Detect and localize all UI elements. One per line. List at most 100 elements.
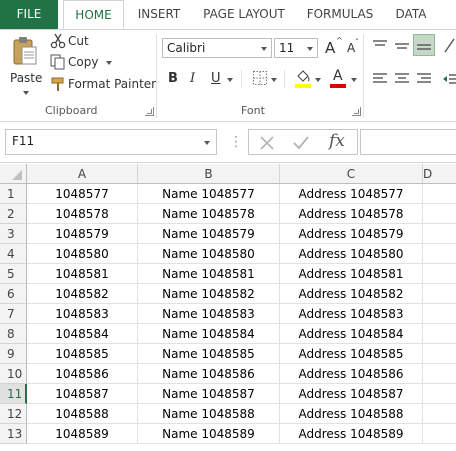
cell-a[interactable]: 1048583 [27,304,138,324]
cell-d[interactable] [423,244,456,264]
cell-d[interactable] [423,324,456,344]
cell-d[interactable] [423,204,456,224]
cell-a[interactable]: 1048587 [27,384,138,404]
tab-formulas[interactable]: FORMULAS [294,0,386,29]
cell-c[interactable]: Address 1048580 [280,244,423,264]
cell-b[interactable]: Name 1048582 [138,284,280,304]
cell-b[interactable]: Name 1048584 [138,324,280,344]
cell-c[interactable]: Address 1048583 [280,304,423,324]
cell-c[interactable]: Address 1048577 [280,184,423,204]
tab-insert[interactable]: INSERT [124,0,194,29]
cell-b[interactable]: Name 1048583 [138,304,280,324]
cell-c[interactable]: Address 1048589 [280,424,423,444]
chevron-down-icon[interactable] [204,141,210,145]
cell-d[interactable] [423,224,456,244]
cell-a[interactable]: 1048581 [27,264,138,284]
cell-b[interactable]: Name 1048588 [138,404,280,424]
row-header[interactable]: 3 [0,224,27,244]
column-header-b[interactable]: B [138,164,280,184]
align-left-icon[interactable] [372,71,388,90]
cell-b[interactable]: Name 1048581 [138,264,280,284]
cell-a[interactable]: 1048585 [27,344,138,364]
cell-d[interactable] [423,304,456,324]
cell-d[interactable] [423,264,456,284]
increase-font-size-button[interactable]: A [325,39,335,57]
column-header-c[interactable]: C [280,164,423,184]
tab-home[interactable]: HOME [63,0,124,29]
cell-a[interactable]: 1048589 [27,424,138,444]
cell-a[interactable]: 1048580 [27,244,138,264]
row-header[interactable]: 13 [0,424,27,444]
fill-color-dropdown-icon[interactable] [315,78,321,82]
cell-a[interactable]: 1048578 [27,204,138,224]
insert-function-button[interactable]: fx [329,131,345,151]
copy-button[interactable]: Copy [48,54,116,72]
row-header[interactable]: 10 [0,364,27,384]
underline-dropdown-icon[interactable] [227,78,233,82]
cancel-icon[interactable] [259,135,275,155]
formula-input[interactable] [360,129,456,155]
cell-a[interactable]: 1048584 [27,324,138,344]
italic-button[interactable]: I [190,71,195,86]
row-header[interactable]: 1 [0,184,27,204]
cell-c[interactable]: Address 1048578 [280,204,423,224]
font-color-dropdown-icon[interactable] [351,78,357,82]
cell-d[interactable] [423,344,456,364]
align-right-icon[interactable] [416,71,432,90]
row-header[interactable]: 11 [0,384,27,404]
cell-b[interactable]: Name 1048587 [138,384,280,404]
cell-b[interactable]: Name 1048585 [138,344,280,364]
column-header-a[interactable]: A [27,164,138,184]
cell-d[interactable] [423,364,456,384]
cell-a[interactable]: 1048577 [27,184,138,204]
font-color-button[interactable]: A [330,68,346,88]
name-box[interactable]: F11 [5,129,217,155]
decrease-indent-icon[interactable] [442,71,456,90]
cell-c[interactable]: Address 1048586 [280,364,423,384]
cut-button[interactable]: Cut [48,33,98,51]
cell-b[interactable]: Name 1048580 [138,244,280,264]
cell-c[interactable]: Address 1048581 [280,264,423,284]
bold-button[interactable]: B [168,71,178,86]
cell-b[interactable]: Name 1048586 [138,364,280,384]
borders-icon[interactable] [252,70,268,90]
align-center-icon[interactable] [394,71,410,90]
row-header[interactable]: 7 [0,304,27,324]
cell-b[interactable]: Name 1048589 [138,424,280,444]
cell-b[interactable]: Name 1048579 [138,224,280,244]
orientation-icon[interactable] [443,36,456,58]
cell-c[interactable]: Address 1048582 [280,284,423,304]
row-header[interactable]: 6 [0,284,27,304]
font-size-combo[interactable]: 11 [274,38,318,58]
cell-c[interactable]: Address 1048587 [280,384,423,404]
clipboard-launcher-icon[interactable] [145,107,154,116]
cell-d[interactable] [423,404,456,424]
tab-file[interactable]: FILE [0,0,58,29]
align-middle-icon[interactable] [394,38,410,57]
select-all-corner[interactable] [0,164,27,184]
align-top-icon[interactable] [372,38,388,57]
decrease-font-size-button[interactable]: A [347,41,355,55]
cell-b[interactable]: Name 1048577 [138,184,280,204]
cell-a[interactable]: 1048586 [27,364,138,384]
formula-bar-splitter-icon[interactable]: ⋮ [229,134,243,150]
row-header[interactable]: 4 [0,244,27,264]
paste-button[interactable]: Paste [7,33,43,97]
cell-c[interactable]: Address 1048579 [280,224,423,244]
cell-b[interactable]: Name 1048578 [138,204,280,224]
column-header-d[interactable]: D [423,164,456,184]
tab-data[interactable]: DATA [386,0,436,29]
borders-dropdown-icon[interactable] [271,78,277,82]
cell-c[interactable]: Address 1048585 [280,344,423,364]
row-header[interactable]: 2 [0,204,27,224]
fill-color-icon[interactable] [294,69,312,93]
row-header[interactable]: 5 [0,264,27,284]
format-painter-button[interactable]: Format Painter [48,76,156,94]
font-name-combo[interactable]: Calibri [162,38,272,58]
tab-page-layout[interactable]: PAGE LAYOUT [194,0,294,29]
cell-c[interactable]: Address 1048588 [280,404,423,424]
align-bottom-button[interactable] [413,34,435,56]
row-header[interactable]: 8 [0,324,27,344]
font-launcher-icon[interactable] [352,107,361,116]
cell-a[interactable]: 1048582 [27,284,138,304]
